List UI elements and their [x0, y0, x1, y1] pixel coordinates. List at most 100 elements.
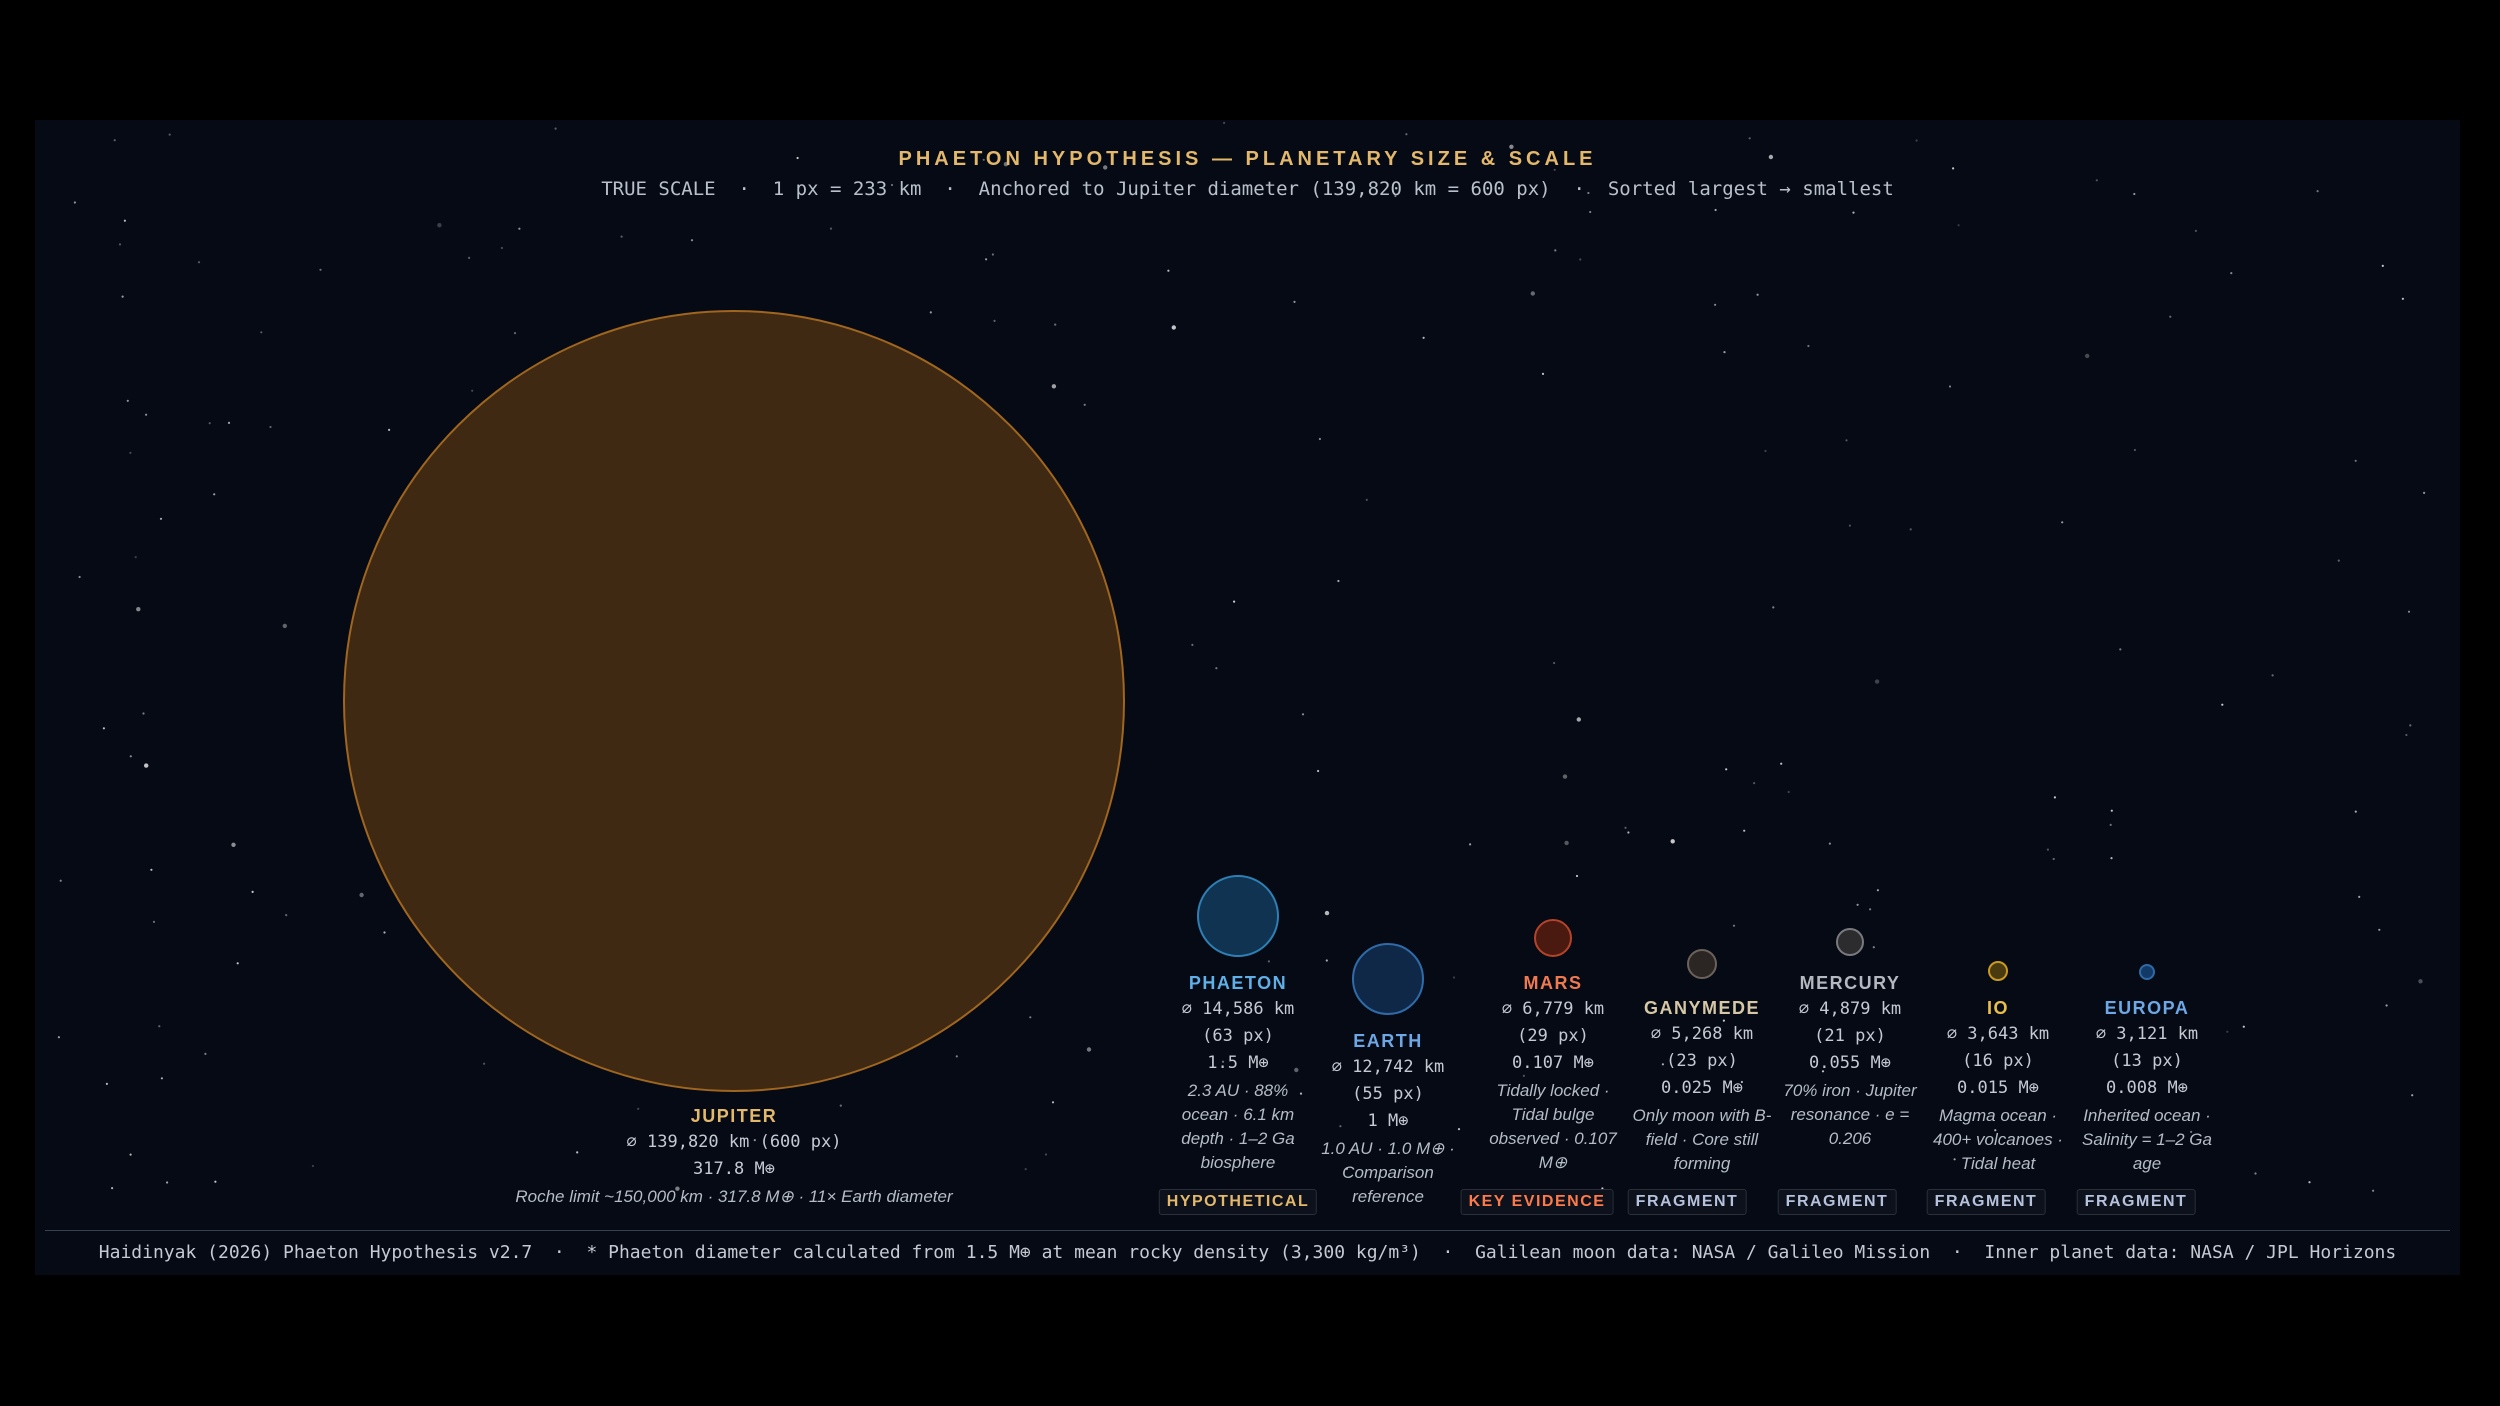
star: [1714, 208, 1717, 212]
io-diameter: ⌀ 3,643 km: [1946, 1024, 2050, 1044]
star: [1553, 661, 1556, 665]
mars-diameter: ⌀ 6,779 km: [1501, 999, 1605, 1019]
star: [208, 422, 211, 425]
star: [1029, 1016, 1032, 1019]
star: [1764, 449, 1767, 453]
star: [1856, 903, 1859, 906]
ganymede-pixels: (23 px): [1666, 1051, 1738, 1071]
star: [2061, 521, 2064, 524]
star: [1725, 768, 1728, 771]
star: [1957, 224, 1960, 227]
star: [2354, 459, 2357, 462]
star: [113, 139, 116, 142]
star: [2401, 297, 2404, 300]
phaeton-circle: [1197, 875, 1279, 957]
star: [1874, 679, 1880, 684]
star: [269, 425, 272, 429]
star: [150, 868, 153, 871]
star: [1215, 667, 1218, 670]
star: [1554, 249, 1557, 252]
io-note: Magma ocean · 400+ volcanoes · Tidal hea…: [1933, 1106, 2063, 1173]
page-subtitle: TRUE SCALE · 1 px = 233 km · Anchored to…: [601, 178, 1894, 200]
mercury-label: MERCURY ⌀ 4,879 km (21 px) 0.055 M⊕ 70% …: [1775, 970, 1925, 1151]
star: [1405, 133, 1408, 136]
star: [468, 256, 471, 259]
star: [1748, 137, 1751, 140]
star: [1845, 439, 1848, 442]
star: [1869, 908, 1872, 911]
jupiter-note: Roche limit ~150,000 km · 317.8 M⊕ · 11×…: [515, 1187, 953, 1206]
star: [2418, 979, 2423, 984]
star: [437, 223, 442, 228]
jupiter-name: JUPITER: [690, 1106, 778, 1126]
star: [145, 413, 148, 416]
star: [1054, 323, 1057, 326]
star: [1325, 959, 1328, 962]
star: [1086, 1047, 1092, 1052]
star: [471, 389, 474, 392]
star: [214, 1180, 217, 1183]
star: [129, 451, 132, 454]
star: [1233, 600, 1236, 603]
star: [2194, 229, 2197, 232]
mars-note: Tidally locked · Tidal bulge observed · …: [1489, 1081, 1617, 1172]
star: [2110, 809, 2113, 812]
phaeton-note: 2.3 AU · 88% ocean · 6.1 km depth · 1–2 …: [1181, 1081, 1295, 1172]
star: [1267, 960, 1270, 963]
star: [829, 227, 833, 230]
star: [57, 1036, 60, 1039]
footer-credits: Haidinyak (2026) Phaeton Hypothesis v2.7…: [98, 1242, 2397, 1263]
star: [2254, 1172, 2257, 1175]
mercury-pixels: (21 px): [1814, 1026, 1886, 1046]
star: [197, 261, 201, 264]
star: [160, 1077, 163, 1080]
mars-pixels: (29 px): [1517, 1026, 1589, 1046]
star: [2230, 272, 2233, 275]
star: [991, 253, 995, 256]
star: [1627, 831, 1630, 834]
star: [1541, 372, 1545, 375]
star: [1564, 840, 1569, 846]
star: [166, 1181, 169, 1184]
star: [1171, 325, 1177, 330]
diagram-panel: PHAETON HYPOTHESIS — PLANETARY SIZE & SC…: [35, 120, 2460, 1275]
star: [158, 1025, 161, 1028]
mars-circle: [1534, 919, 1572, 957]
star: [2110, 857, 2113, 860]
star: [118, 243, 122, 246]
star: [105, 1082, 108, 1085]
star: [2133, 448, 2136, 452]
star: [159, 517, 163, 520]
star: [129, 755, 132, 758]
ganymede-mass: 0.025 M⊕: [1661, 1078, 1743, 1098]
star: [388, 428, 391, 431]
star: [136, 607, 141, 612]
star: [2405, 733, 2408, 737]
europa-label: EUROPA ⌀ 3,121 km (13 px) 0.008 M⊕ Inher…: [2072, 995, 2222, 1176]
star: [2119, 648, 2122, 651]
star: [2409, 724, 2412, 727]
phaeton-name: PHAETON: [1188, 973, 1288, 993]
io-label: IO ⌀ 3,643 km (16 px) 0.015 M⊕ Magma oce…: [1923, 995, 2073, 1176]
mars-name: MARS: [1523, 973, 1583, 993]
europa-tag: FRAGMENT: [2076, 1189, 2196, 1215]
ganymede-diameter: ⌀ 5,268 km: [1650, 1024, 1754, 1044]
star: [231, 842, 236, 847]
star: [2308, 1181, 2311, 1184]
star: [1337, 579, 1340, 583]
star: [2354, 810, 2357, 813]
star: [78, 575, 81, 579]
mercury-tag: FRAGMENT: [1777, 1189, 1897, 1215]
star: [1780, 762, 1783, 765]
star: [1624, 826, 1627, 829]
star: [121, 295, 124, 298]
star: [1772, 606, 1775, 609]
star: [1452, 976, 1456, 979]
star: [620, 235, 623, 238]
star: [2385, 1004, 2388, 1007]
mercury-mass: 0.055 M⊕: [1809, 1053, 1891, 1073]
star: [204, 1052, 207, 1055]
europa-circle: [2139, 964, 2155, 980]
star: [2337, 559, 2340, 562]
star: [359, 892, 364, 898]
